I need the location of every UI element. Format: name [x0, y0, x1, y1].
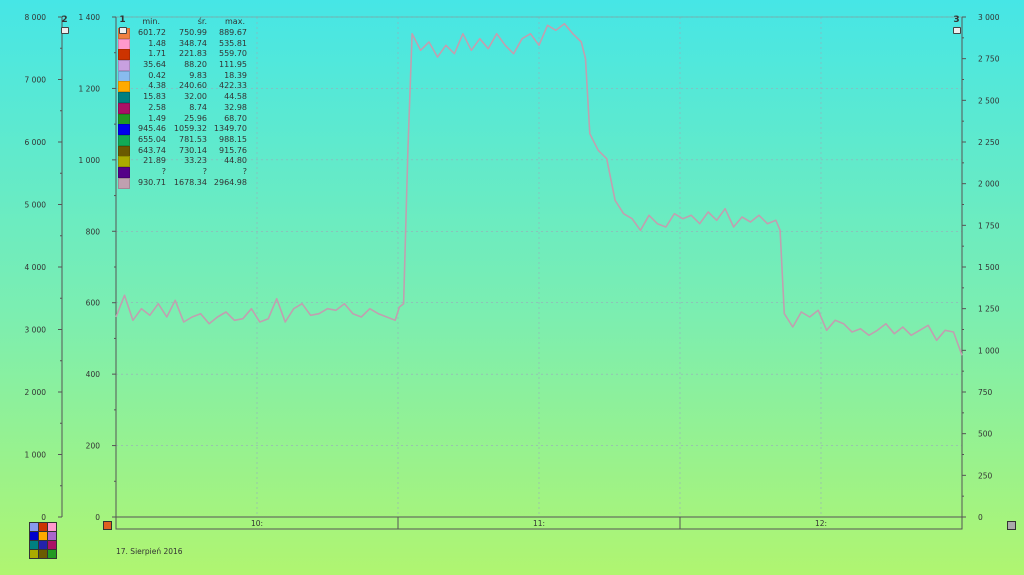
legend-avg: 8.74 — [189, 102, 207, 112]
legend-avg: 1059.32 — [173, 124, 207, 134]
axis-3-tick-label: 2 250 — [978, 138, 1000, 147]
legend-avg: 1678.34 — [173, 177, 207, 187]
axis-3-tick-label: 2 750 — [978, 55, 1000, 64]
axis-3-tick-label: 2 000 — [978, 180, 1000, 189]
axis-1-tick-label: 800 — [86, 227, 101, 236]
axis-2-tick-label: 0 — [41, 513, 46, 522]
legend-min: 1.71 — [148, 49, 166, 59]
axis-2-tick-label: 6 000 — [25, 138, 47, 147]
axis-2-tick-label: 2 000 — [25, 388, 47, 397]
axis-1-tick-label: 1 200 — [79, 84, 101, 93]
left-color-button[interactable] — [103, 521, 112, 530]
stats-header-max: max. — [225, 17, 245, 26]
axis-2-lock-icon[interactable] — [61, 27, 69, 34]
x-tick-label: 12: — [815, 519, 827, 528]
stats-header-avg: śr. — [197, 17, 207, 26]
axis-2-tick-label: 1 000 — [25, 451, 47, 460]
legend-avg: 240.60 — [179, 81, 207, 91]
legend-avg: 9.83 — [189, 70, 207, 80]
legend-avg: 32.00 — [184, 92, 207, 102]
axis-2-tick-label: 5 000 — [25, 201, 47, 210]
axis-3-lock-icon[interactable] — [953, 27, 961, 34]
axis-1-badge[interactable]: 1 — [118, 16, 127, 25]
legend-min: 1.49 — [148, 113, 166, 123]
legend-max: 559.70 — [219, 49, 247, 59]
right-color-button[interactable] — [1007, 521, 1016, 530]
axis-3-tick-label: 1 000 — [978, 346, 1000, 355]
axis-3-tick-label: 0 — [978, 513, 983, 522]
legend-min: 601.72 — [138, 28, 166, 37]
axis-2-tick-label: 7 000 — [25, 76, 47, 85]
legend-min: 4.38 — [148, 81, 166, 91]
axis-1-tick-label: 1 400 — [79, 13, 101, 22]
axis-2-tick-label: 8 000 — [25, 13, 47, 22]
legend-min: 945.46 — [138, 124, 166, 134]
legend-avg: 221.83 — [179, 49, 207, 59]
legend-max: 68.70 — [224, 113, 247, 123]
legend-min: 1.48 — [148, 38, 166, 48]
axis-1-tick-label: 400 — [86, 370, 101, 379]
legend-max: 1349.70 — [213, 124, 247, 134]
legend-avg: 750.99 — [179, 28, 207, 37]
legend-max: 915.76 — [219, 145, 247, 155]
axis-3-tick-label: 2 500 — [978, 96, 1000, 105]
legend-max: 535.81 — [219, 38, 247, 48]
legend-avg: ? — [202, 166, 207, 176]
axis-3-tick-label: 1 500 — [978, 263, 1000, 272]
legend-min: 930.71 — [138, 177, 166, 187]
axis-3-tick-label: 1 750 — [978, 221, 1000, 230]
axis-1-tick-label: 600 — [86, 299, 101, 308]
legend-max: 111.95 — [219, 60, 247, 70]
legend-max: ? — [242, 166, 247, 176]
legend-min: 21.89 — [143, 156, 166, 166]
axis-1-tick-label: 200 — [86, 442, 101, 451]
axis-3-tick-label: 3 000 — [978, 13, 1000, 22]
axis-1-tick-label: 0 — [95, 513, 100, 522]
legend-min: 15.83 — [143, 92, 166, 102]
legend-max: 422.33 — [219, 81, 247, 91]
axis-3-tick-label: 250 — [978, 471, 993, 480]
legend-max: 988.15 — [219, 134, 247, 144]
axis-1-lock-icon[interactable] — [119, 27, 127, 34]
date-label: 17. Sierpień 2016 — [116, 547, 183, 556]
legend-avg: 348.74 — [179, 38, 207, 48]
axis-3-tick-label: 750 — [978, 388, 993, 397]
x-tick-label: 11: — [533, 519, 545, 528]
palette-swatch[interactable] — [47, 549, 57, 559]
axis-2-tick-label: 3 000 — [25, 326, 47, 335]
axis-3-tick-label: 500 — [978, 430, 993, 439]
axis-3-badge[interactable]: 3 — [952, 16, 961, 25]
legend-avg: 88.20 — [184, 60, 207, 70]
axis-1-tick-label: 1 000 — [79, 156, 101, 165]
legend-max: 32.98 — [224, 102, 247, 112]
legend-avg: 33.23 — [184, 156, 207, 166]
legend-avg: 730.14 — [179, 145, 207, 155]
legend-min: 643.74 — [138, 145, 166, 155]
legend-min: 0.42 — [148, 70, 166, 80]
legend-avg: 25.96 — [184, 113, 207, 123]
legend-max: 44.58 — [224, 92, 247, 102]
legend-max: 18.39 — [224, 70, 247, 80]
axis-2-tick-label: 4 000 — [25, 263, 47, 272]
x-axis-labels: 10: 11: 12: — [251, 519, 827, 528]
legend-avg: 781.53 — [179, 134, 207, 144]
legend-min: 655.04 — [138, 134, 166, 144]
legend-max: 44.80 — [224, 156, 247, 166]
axis-3-tick-label: 1 250 — [978, 305, 1000, 314]
axis-2-badge[interactable]: 2 — [60, 16, 69, 25]
legend-max: 889.67 — [219, 28, 247, 37]
legend-max: 2964.98 — [213, 177, 247, 187]
x-tick-label: 10: — [251, 519, 263, 528]
legend-min: 35.64 — [143, 60, 166, 70]
legend-min: 2.58 — [148, 102, 166, 112]
legend-min: ? — [161, 166, 166, 176]
